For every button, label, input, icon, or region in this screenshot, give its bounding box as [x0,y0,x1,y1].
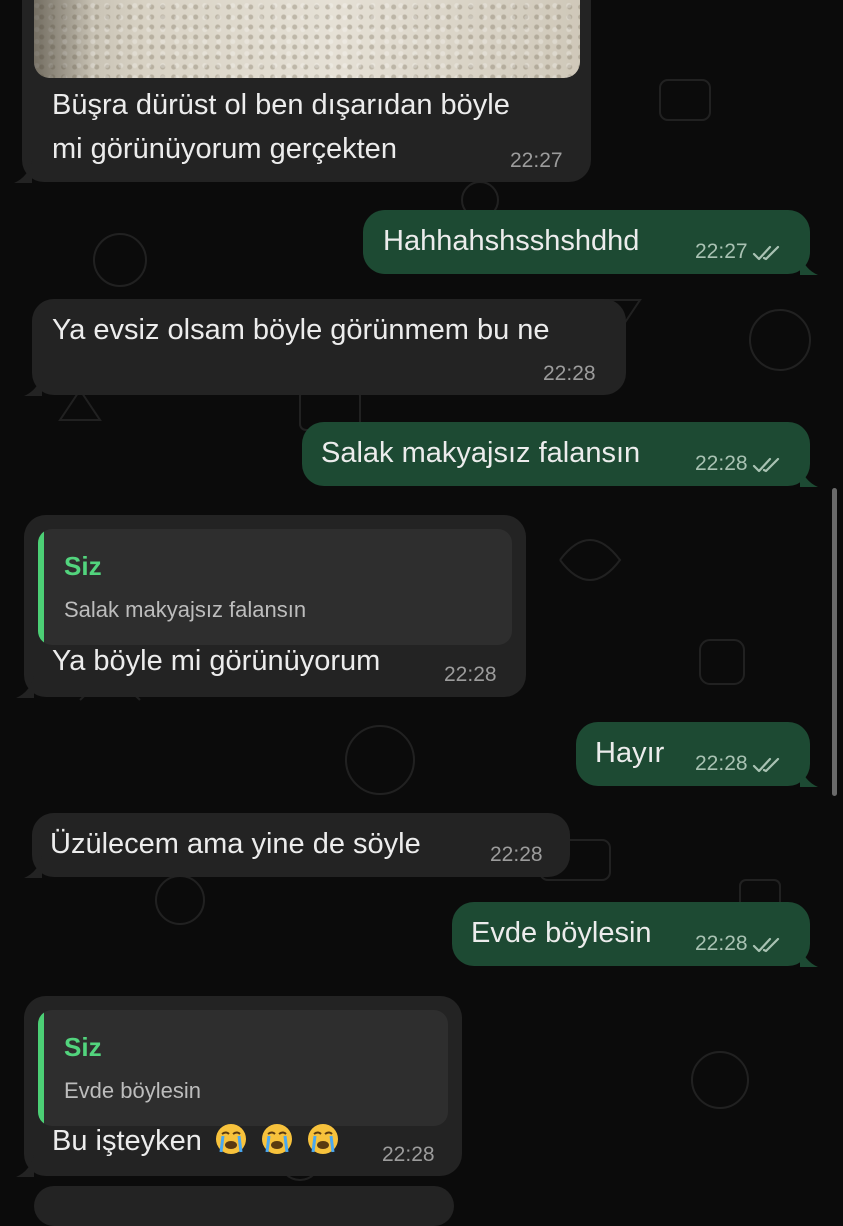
message-time: 22:28 [695,452,748,475]
message-text: Üzülecem ama yine de söyle [50,828,421,860]
outgoing-message[interactable]: Salak makyajsız falansın 22:28 [302,422,818,487]
read-double-check-icon [752,245,779,261]
message-time: 22:28 [444,663,497,686]
message-text: Hahhahshsshshdhd [383,225,640,257]
message-text: Bu işteyken [52,1125,202,1157]
quoted-message[interactable]: Siz Evde böylesin [38,1010,448,1126]
incoming-reply-message[interactable]: Siz Salak makyajsız falansın Ya böyle mi… [16,515,526,698]
message-time-status: 22:27 [695,240,784,264]
message-time-status: 22:28 [695,452,784,476]
bubble-tail [800,765,818,787]
incoming-reply-message[interactable]: Siz Evde böylesin Bu işteyken 22:28 [16,996,462,1177]
incoming-message[interactable]: Ya evsiz olsam böyle görünmem bu ne 22:2… [24,299,626,396]
message-text: Hayır [595,737,665,769]
message-time-status: 22:28 [695,752,784,776]
message-time: 22:28 [490,843,543,866]
bubble-tail [16,1155,34,1177]
bubble-tail [800,253,818,275]
loudly-crying-face-icon [262,1124,293,1154]
message-time: 22:27 [510,149,563,172]
quote-text: Salak makyajsız falansın [64,597,307,622]
quote-accent-bar [38,1010,44,1126]
read-double-check-icon [752,457,779,473]
read-double-check-icon [752,937,779,953]
outgoing-message[interactable]: Hahhahshsshshdhd 22:27 [363,210,818,275]
incoming-message[interactable]: Üzülecem ama yine de söyle 22:28 [24,813,570,878]
message-time: 22:28 [382,1143,435,1166]
message-text-line-1: Büşra dürüst ol ben dışarıdan böyle [52,89,510,121]
chat-message-list[interactable]: Büşra dürüst ol ben dışarıdan böyle mi g… [0,0,843,1226]
message-text: Ya evsiz olsam böyle görünmem bu ne [52,314,550,346]
quote-accent-bar [38,529,44,645]
bubble-tail [16,676,34,698]
message-time-status: 22:28 [695,932,784,956]
bubble-tail [800,465,818,487]
message-time: 22:27 [695,240,748,263]
sweater-photo[interactable] [34,0,580,78]
bubble-tail [800,945,818,967]
message-text: Salak makyajsız falansın [321,437,641,469]
quote-text: Evde böylesin [64,1078,201,1103]
quote-author: Siz [64,1032,102,1062]
message-text: Evde böylesin [471,917,652,949]
outgoing-message[interactable]: Hayır 22:28 [576,722,818,787]
loudly-crying-face-icon [308,1124,339,1154]
loudly-crying-face-icon [215,1124,246,1154]
message-text-with-emoji: Bu işteyken [52,1120,340,1163]
message-time: 22:28 [695,752,748,775]
chat-scrollbar[interactable] [832,488,837,796]
bubble-tail [24,374,42,396]
bubble-tail [24,856,42,878]
outgoing-message[interactable]: Evde böylesin 22:28 [452,902,818,967]
message-text: Ya böyle mi görünüyorum [52,645,381,677]
read-double-check-icon [752,757,779,773]
next-message-peek[interactable] [34,1186,454,1226]
quoted-message[interactable]: Siz Salak makyajsız falansın [38,529,512,645]
message-text-line-2: mi görünüyorum gerçekten [52,133,397,165]
quote-author: Siz [64,551,102,581]
incoming-message-photo-caption[interactable]: Büşra dürüst ol ben dışarıdan böyle mi g… [14,0,591,183]
message-time: 22:28 [543,362,596,385]
message-time: 22:28 [695,932,748,955]
bubble-tail [14,161,32,183]
